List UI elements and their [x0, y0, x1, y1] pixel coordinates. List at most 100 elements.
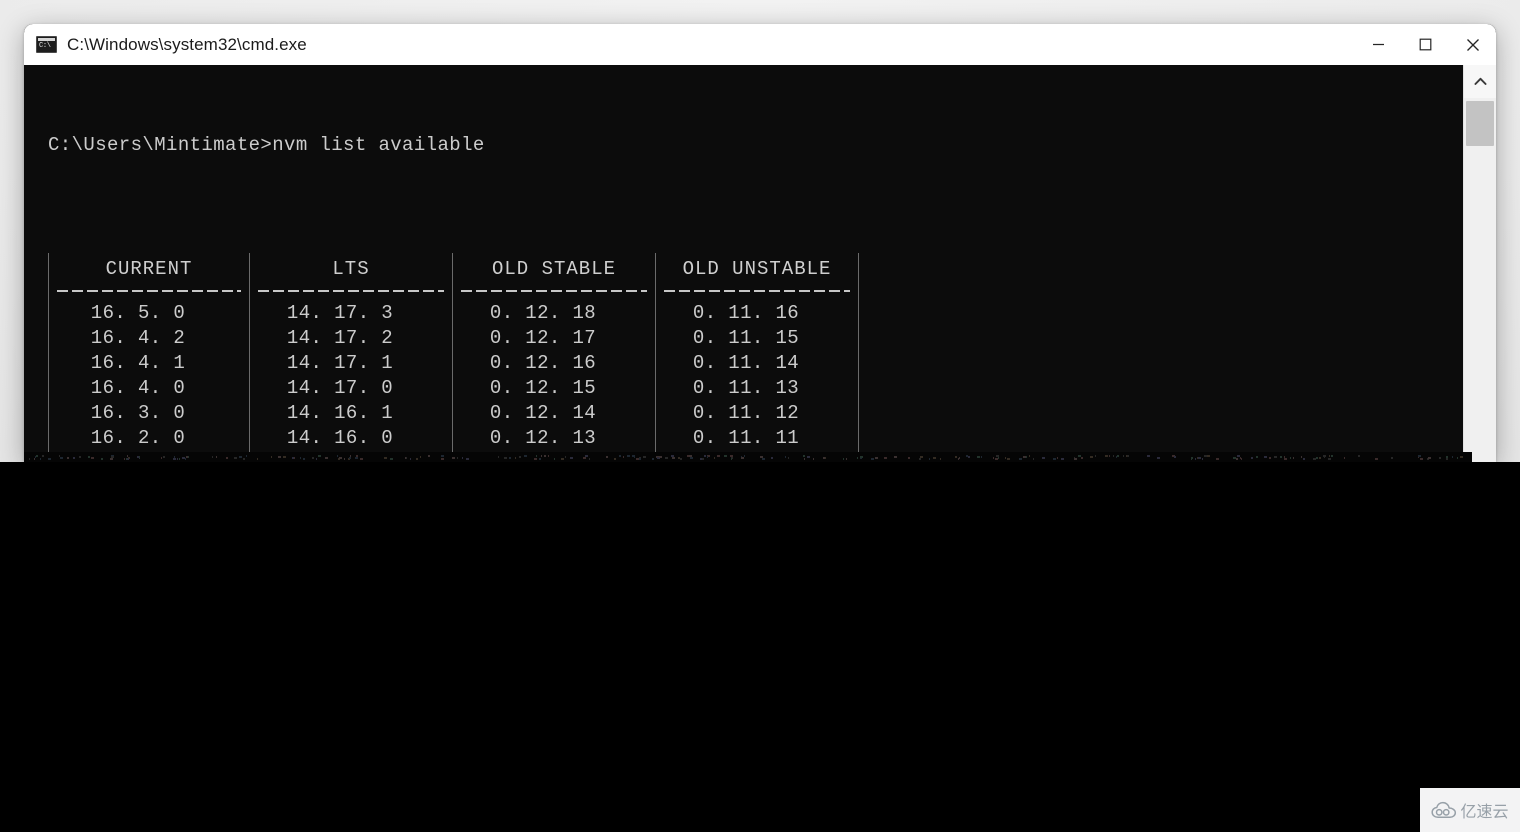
scrollbar-thumb[interactable]: [1466, 101, 1494, 146]
artifact-pixel: [441, 455, 444, 457]
cell-old-stable: 0. 12. 14: [489, 402, 597, 424]
column-header-lts: LTS: [332, 258, 370, 280]
artifact-pixel: [804, 458, 805, 460]
artifact-pixel: [360, 458, 363, 460]
window-title: C:\Windows\system32\cmd.exe: [67, 34, 307, 54]
watermark: 亿速云: [1420, 788, 1520, 832]
artifact-pixel: [785, 456, 786, 458]
artifact-pixel: [672, 457, 675, 459]
table-border-right: [858, 326, 859, 351]
artifact-pixel: [234, 457, 237, 459]
artifact-pixel: [48, 458, 51, 460]
artifact-pixel: [1269, 457, 1271, 459]
artifact-pixel: [704, 455, 706, 457]
header-rule-old-stable: [453, 286, 655, 301]
artifact-pixel: [441, 458, 444, 460]
artifact-pixel: [875, 457, 878, 459]
artifact-pixel: [671, 455, 674, 457]
artifact-pixel: [894, 456, 897, 458]
artifact-pixel: [548, 455, 549, 457]
artifact-pixel: [955, 456, 957, 458]
artifact-pixel: [1113, 455, 1114, 457]
close-button[interactable]: [1449, 24, 1496, 65]
artifact-pixel: [534, 458, 537, 460]
artifact-pixel: [1074, 458, 1077, 460]
column-header-current: CURRENT: [105, 258, 193, 280]
artifact-pixel: [1313, 458, 1316, 460]
header-rule-old-unstable: [656, 286, 858, 301]
artifact-pixel: [1023, 456, 1026, 458]
artifact-pixel: [1081, 457, 1083, 459]
artifact-pixel: [813, 458, 814, 460]
scroll-up-icon[interactable]: [1464, 65, 1496, 98]
terminal-scrollbar[interactable]: [1463, 65, 1496, 462]
cell-current: 16. 4. 1: [90, 352, 186, 374]
cell-current: 16. 5. 0: [90, 302, 186, 324]
artifact-pixel: [1095, 455, 1096, 457]
artifact-pixel: [466, 458, 469, 460]
maximize-button[interactable]: [1402, 24, 1449, 65]
artifact-pixel: [632, 455, 635, 457]
artifact-pixel: [998, 457, 999, 459]
cell-current: 16. 4. 2: [90, 327, 186, 349]
artifact-pixel: [760, 456, 763, 458]
artifact-pixel: [257, 458, 258, 460]
artifact-pixel: [519, 456, 521, 458]
artifact-pixel: [1358, 455, 1360, 457]
artifact-pixel: [1331, 455, 1333, 457]
cell-old-unstable: 0. 11. 14: [692, 352, 800, 374]
artifact-pixel: [139, 456, 140, 458]
artifact-pixel: [246, 455, 247, 457]
artifact-pixel: [1319, 457, 1321, 459]
artifact-pixel: [1216, 458, 1219, 460]
cloud-icon: [1431, 801, 1457, 818]
table-rule-row: [48, 286, 859, 301]
artifact-pixel: [428, 455, 430, 457]
artifact-pixel: [762, 458, 765, 460]
artifact-pixel: [1109, 455, 1110, 457]
artifact-pixel: [416, 458, 418, 460]
artifact-pixel: [1053, 458, 1056, 460]
cell-old-stable: 0. 12. 15: [489, 377, 597, 399]
terminal-body[interactable]: C:\Users\Mintimate>nvm list available CU…: [24, 65, 1496, 462]
artifact-pixel: [1420, 458, 1423, 460]
cell-old-unstable: 0. 11. 16: [692, 302, 800, 324]
artifact-pixel: [570, 457, 573, 459]
artifact-pixel: [60, 457, 63, 459]
artifact-pixel: [101, 458, 103, 460]
render-artifact-strip: [24, 452, 1472, 462]
artifact-pixel: [1446, 458, 1448, 460]
cell-old-stable: 0. 12. 16: [489, 352, 597, 374]
artifact-pixel: [1174, 456, 1176, 458]
artifact-pixel: [908, 457, 910, 459]
artifact-pixel: [339, 457, 342, 459]
artifact-pixel: [825, 457, 826, 459]
terminal-content: C:\Users\Mintimate>nvm list available CU…: [24, 65, 1463, 462]
artifact-pixel: [1428, 457, 1431, 459]
cell-old-unstable: 0. 11. 12: [692, 402, 800, 424]
artifact-pixel: [283, 456, 286, 458]
artifact-pixel: [40, 458, 41, 460]
nvm-table-body: 16. 5. 0 14. 17. 3 0. 12. 18 0. 11. 16 16. 4…: [48, 301, 859, 462]
table-header-row: CURRENT LTS OLD STABLE OLD UNSTABLE: [48, 253, 859, 286]
artifact-pixel: [344, 458, 345, 460]
minimize-button[interactable]: [1355, 24, 1402, 65]
artifact-pixel: [1123, 455, 1124, 457]
artifact-pixel: [1274, 456, 1277, 458]
cell-lts: 14. 17. 1: [286, 352, 394, 374]
cell-old-unstable: 0. 11. 15: [692, 327, 800, 349]
artifact-pixel: [226, 457, 228, 459]
title-bar[interactable]: C:\Windows\system32\cmd.exe: [24, 24, 1496, 65]
table-border-right: [858, 426, 859, 451]
artifact-pixel: [1007, 458, 1010, 460]
table-row: 16. 2. 0 14. 16. 0 0. 12. 13 0. 11. 11: [48, 426, 859, 451]
artifact-pixel: [1005, 457, 1006, 459]
artifact-pixel: [627, 455, 630, 457]
artifact-pixel: [860, 456, 863, 458]
artifact-pixel: [1117, 455, 1119, 457]
artifact-pixel: [316, 458, 317, 460]
cell-current: 16. 4. 0: [90, 377, 186, 399]
artifact-pixel: [1284, 458, 1287, 460]
artifact-pixel: [565, 456, 566, 458]
artifact-pixel: [1042, 457, 1045, 459]
